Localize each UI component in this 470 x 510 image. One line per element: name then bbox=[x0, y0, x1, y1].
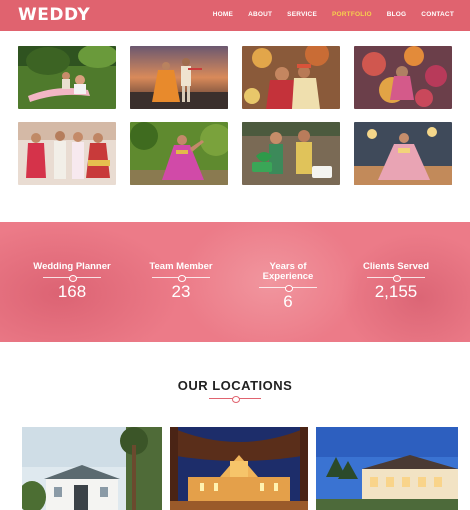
stat-divider bbox=[152, 275, 210, 282]
stat-divider bbox=[259, 285, 317, 292]
location-card-palace[interactable] bbox=[170, 427, 308, 510]
stat-label: Clients Served bbox=[363, 261, 429, 272]
couple-on-grass-photo[interactable] bbox=[18, 46, 116, 109]
locations-divider bbox=[209, 396, 261, 403]
portfolio-gallery bbox=[18, 46, 452, 186]
nav-home[interactable]: HOME bbox=[213, 11, 233, 18]
main-nav: HOME ABOUT SERVICE PORTFOLIO BLOG CONTAC… bbox=[213, 11, 454, 18]
stat-value: 168 bbox=[57, 282, 87, 301]
bride-family-photo[interactable] bbox=[18, 122, 116, 185]
stat-wedding-planner: Wedding Planner 168 bbox=[22, 262, 122, 302]
stat-divider bbox=[43, 275, 101, 282]
couple-sunset-photo[interactable] bbox=[130, 46, 228, 109]
nav-portfolio[interactable]: PORTFOLIO bbox=[332, 11, 372, 18]
stat-divider bbox=[367, 275, 425, 282]
stat-label: Wedding Planner bbox=[33, 261, 111, 272]
locations-heading: OUR LOCATIONS bbox=[177, 378, 293, 393]
stat-label: Years of Experience bbox=[262, 261, 314, 282]
nav-service[interactable]: SERVICE bbox=[287, 11, 317, 18]
nav-about[interactable]: ABOUT bbox=[248, 11, 272, 18]
bride-stage-photo[interactable] bbox=[354, 122, 452, 185]
nav-contact[interactable]: CONTACT bbox=[421, 11, 454, 18]
stat-label: Team Member bbox=[149, 261, 213, 272]
stat-value: 2,155 bbox=[374, 282, 418, 301]
floral-decor-photo[interactable] bbox=[354, 46, 452, 109]
nav-blog[interactable]: BLOG bbox=[387, 11, 407, 18]
site-logo[interactable]: WEDDY bbox=[18, 5, 90, 25]
stat-value: 23 bbox=[171, 282, 191, 301]
couple-sign-photo[interactable] bbox=[242, 122, 340, 185]
stat-years-experience: Years of Experience 6 bbox=[238, 262, 338, 312]
location-card-mansion[interactable] bbox=[316, 427, 458, 510]
stat-team-member: Team Member 23 bbox=[131, 262, 231, 302]
bride-dance-photo[interactable] bbox=[130, 122, 228, 185]
location-card-white-house[interactable] bbox=[22, 427, 162, 510]
bride-groom-floral-photo[interactable] bbox=[242, 46, 340, 109]
stat-value: 6 bbox=[283, 292, 293, 311]
top-header: WEDDY HOME ABOUT SERVICE PORTFOLIO BLOG … bbox=[0, 0, 470, 31]
stats-banner: Wedding Planner 168 Team Member 23 Years… bbox=[0, 222, 470, 342]
stat-clients-served: Clients Served 2,155 bbox=[346, 262, 446, 302]
